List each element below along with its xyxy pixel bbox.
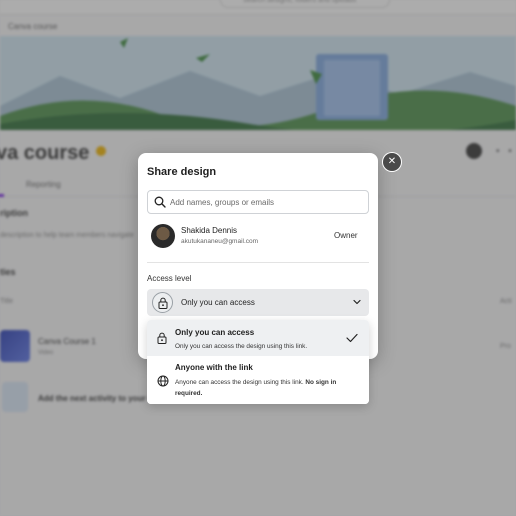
- access-level-menu: Only you can access Only you can access …: [147, 320, 369, 404]
- access-level-value: Only you can access: [181, 298, 255, 307]
- dialog-title: Share design: [147, 166, 217, 178]
- user-avatar: [151, 224, 175, 248]
- close-icon: ✕: [387, 156, 397, 167]
- menu-item-description: Only you can access the design using thi…: [175, 343, 308, 350]
- share-search-field[interactable]: [147, 190, 369, 214]
- share-search-input[interactable]: [170, 194, 360, 210]
- user-name: Shakida Dennis: [181, 226, 238, 235]
- menu-item-only-you[interactable]: Only you can access Only you can access …: [147, 320, 369, 356]
- globe-icon: [157, 375, 169, 387]
- user-email: akutukananeu@gmail.com: [181, 238, 259, 245]
- lock-icon: [152, 292, 173, 313]
- search-icon: [154, 196, 166, 208]
- checkmark-icon: [346, 333, 358, 343]
- divider: [147, 262, 369, 263]
- lock-icon: [157, 332, 167, 344]
- access-level-label: Access level: [147, 274, 192, 283]
- menu-item-title: Anyone with the link: [175, 363, 253, 372]
- menu-item-title: Only you can access: [175, 328, 255, 337]
- menu-item-description: Anyone can access the design using this …: [175, 377, 363, 399]
- close-button[interactable]: ✕: [383, 153, 401, 171]
- menu-item-description-text: Anyone can access the design using this …: [175, 379, 304, 386]
- chevron-down-icon: [353, 299, 361, 305]
- user-role: Owner: [334, 231, 358, 240]
- menu-item-anyone-with-link[interactable]: Anyone with the link Anyone can access t…: [147, 360, 369, 404]
- access-level-select[interactable]: Only you can access: [147, 289, 369, 316]
